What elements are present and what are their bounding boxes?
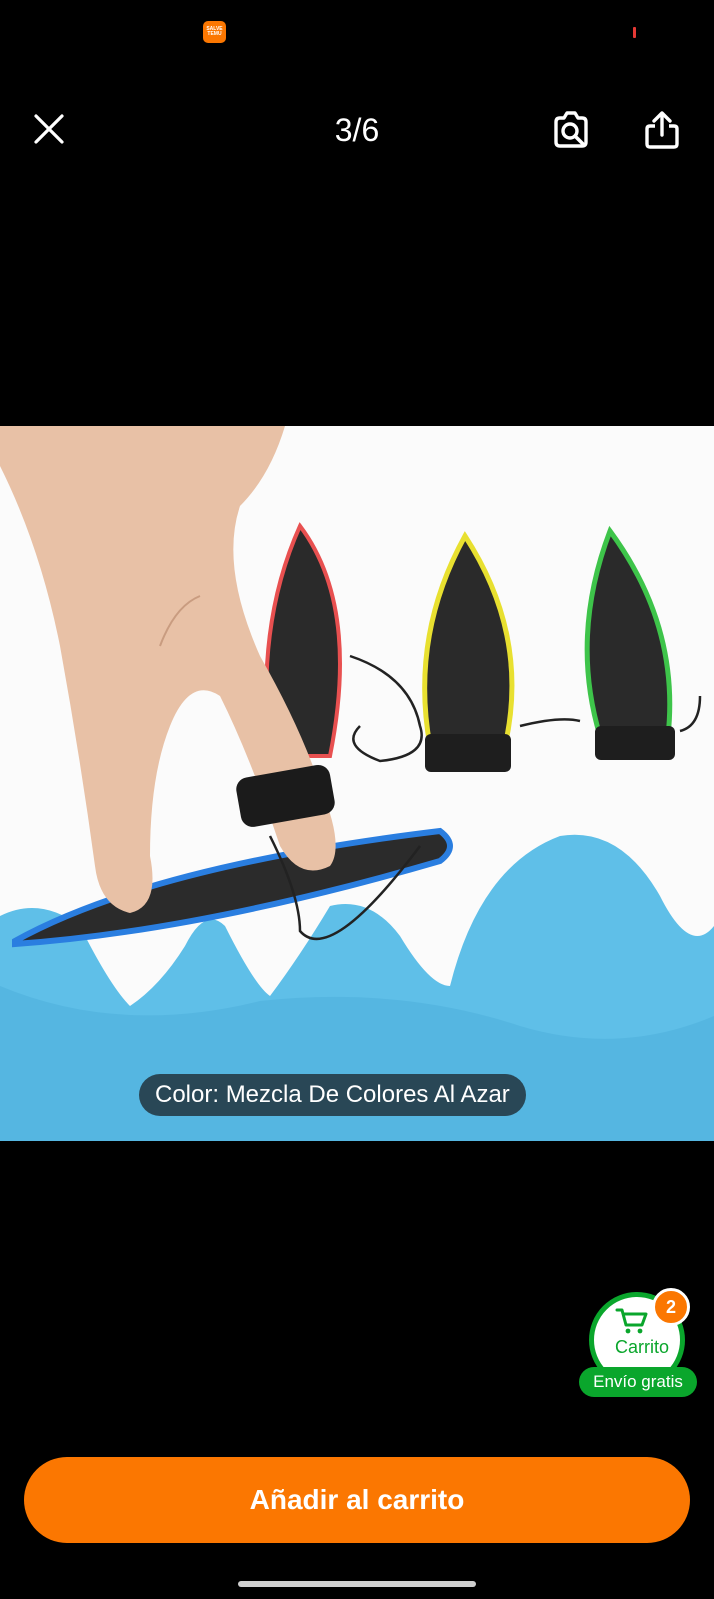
- viewer-top-bar: 3/6: [0, 90, 714, 166]
- status-bar: SALVE TEMU: [0, 0, 714, 64]
- temu-app-icon: SALVE TEMU: [203, 21, 226, 43]
- cart-count-badge: 2: [652, 1288, 690, 1326]
- add-to-cart-label: Añadir al carrito: [249, 1484, 465, 1515]
- share-icon: [645, 111, 679, 149]
- recording-indicator: [633, 27, 636, 38]
- camera-search-button[interactable]: [545, 104, 597, 156]
- add-to-cart-button[interactable]: Añadir al carrito: [24, 1457, 690, 1543]
- shopping-cart-icon: [615, 1308, 648, 1334]
- cart-label: Carrito: [614, 1337, 669, 1357]
- image-counter: 3/6: [334, 112, 380, 148]
- product-photo-illustration: [0, 426, 714, 1141]
- free-shipping-badge: Envío gratis: [579, 1367, 697, 1397]
- free-shipping-text: Envío gratis: [593, 1372, 683, 1391]
- cart-count: 2: [665, 1296, 676, 1317]
- home-indicator[interactable]: [238, 1581, 476, 1587]
- color-variant-text: Color: Mezcla De Colores Al Azar: [155, 1081, 510, 1108]
- floating-cart-button[interactable]: Carrito 2 Envío gratis: [579, 1288, 697, 1400]
- product-image[interactable]: Color: Mezcla De Colores Al Azar: [0, 426, 714, 1141]
- share-button[interactable]: [636, 104, 688, 156]
- color-variant-label: Color: Mezcla De Colores Al Azar: [139, 1074, 526, 1116]
- camera-search-icon: [554, 111, 588, 148]
- app-icon-text: SALVE TEMU: [206, 26, 223, 37]
